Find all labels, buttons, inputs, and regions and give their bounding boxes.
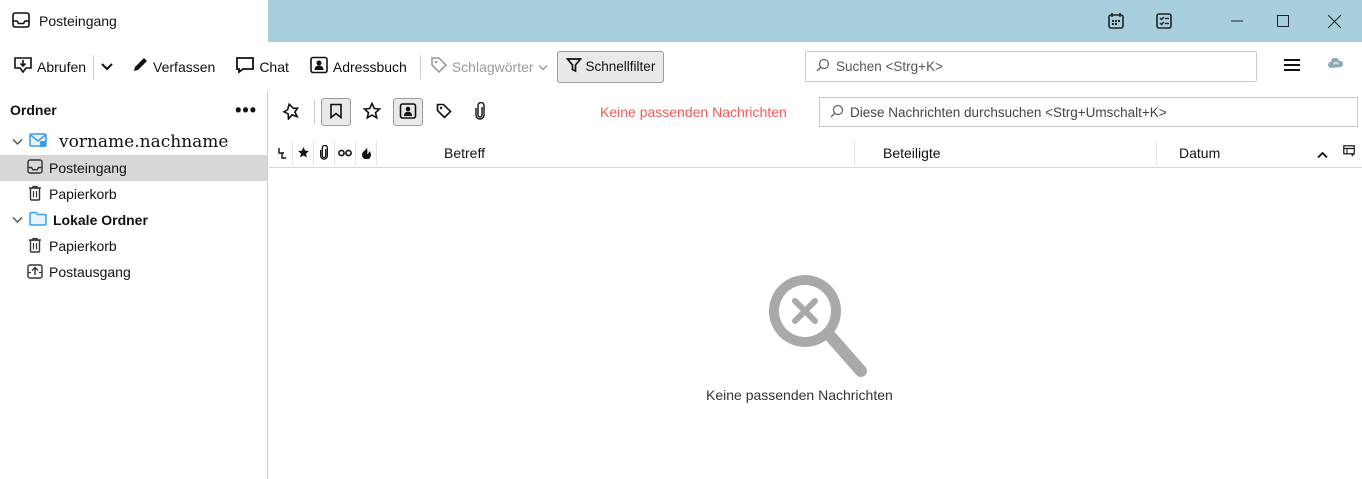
folder-item-trash[interactable]: Papierkorb — [0, 181, 267, 207]
toolbar-separator — [93, 54, 95, 79]
participants-column-header[interactable]: Beteiligte — [883, 145, 941, 161]
quick-filter-search-placeholder: Diese Nachrichten durchsuchen <Strg+Umsc… — [850, 104, 1167, 120]
starred-filter-button[interactable] — [357, 98, 387, 126]
trash-icon — [27, 185, 43, 204]
read-status-column-icon[interactable] — [335, 140, 356, 165]
hamburger-menu-icon — [1284, 58, 1300, 75]
address-book-label: Adressbuch — [332, 58, 407, 75]
get-messages-button[interactable]: Abrufen — [10, 51, 89, 83]
no-match-notice: Keine passenden Nachrichten — [600, 104, 787, 120]
tags-filter-button[interactable] — [429, 98, 459, 126]
more-options-icon[interactable]: ••• — [235, 101, 257, 119]
tags-button[interactable]: Schlagwörter — [427, 51, 551, 83]
get-messages-label: Abrufen — [37, 58, 87, 75]
column-picker-icon[interactable] — [1343, 144, 1355, 160]
quick-filter-search-input[interactable]: Diese Nachrichten durchsuchen <Strg+Umsc… — [819, 97, 1358, 127]
star-column-icon[interactable] — [293, 140, 314, 165]
address-book-button[interactable]: Adressbuch — [306, 51, 410, 83]
chevron-down-icon[interactable] — [11, 138, 23, 146]
column-divider — [854, 141, 855, 165]
bookmark-icon — [329, 103, 343, 122]
folder-item-outbox[interactable]: Postausgang — [0, 259, 267, 285]
app-menu-button[interactable] — [1278, 52, 1306, 80]
search-input[interactable]: Suchen <Strg+K> — [805, 51, 1257, 82]
folder-label: Papierkorb — [49, 238, 117, 254]
filter-separator — [314, 100, 315, 124]
quick-filter-label: Schnellfilter — [585, 59, 656, 74]
trash-icon — [27, 237, 43, 256]
calendar-icon[interactable] — [1092, 0, 1140, 42]
pin-icon — [282, 102, 300, 123]
write-label: Verfassen — [153, 58, 216, 75]
download-icon — [13, 56, 33, 77]
unread-filter-button[interactable] — [321, 98, 351, 126]
filter-icon — [565, 57, 582, 76]
search-icon — [816, 58, 830, 75]
main-toolbar: Abrufen Verfassen Chat Adressbuch Schlag… — [0, 42, 1362, 91]
sync-button[interactable] — [1322, 52, 1350, 80]
thread-column-header: Betreff Beteiligte Datum — [269, 138, 1362, 168]
junk-column-icon[interactable] — [356, 140, 377, 165]
folder-pane-header: Ordner ••• — [0, 91, 267, 129]
local-folders-row[interactable]: Lokale Ordner — [0, 207, 267, 233]
folder-item-local-trash[interactable]: Papierkorb — [0, 233, 267, 259]
attachment-filter-button[interactable] — [465, 98, 495, 126]
maximize-button[interactable] — [1260, 0, 1306, 42]
account-name: vorname.nachname — [59, 132, 229, 152]
address-book-icon — [309, 56, 329, 77]
outbox-icon — [27, 263, 43, 282]
chat-label: Chat — [259, 58, 289, 75]
subject-column-header[interactable]: Betreff — [444, 145, 485, 161]
empty-state-text: Keine passenden Nachrichten — [706, 387, 893, 403]
folder-label: Postausgang — [49, 264, 131, 280]
no-results-magnifier-icon — [757, 268, 883, 381]
toolbar-separator — [419, 54, 421, 79]
date-column-header[interactable]: Datum — [1179, 145, 1220, 161]
folder-item-inbox[interactable]: Posteingang — [0, 155, 267, 181]
tasks-icon[interactable] — [1140, 0, 1188, 42]
chevron-down-icon — [538, 59, 548, 75]
chat-button[interactable]: Chat — [232, 51, 292, 83]
folder-label: Papierkorb — [49, 186, 117, 202]
column-divider — [1156, 141, 1157, 165]
search-placeholder: Suchen <Strg+K> — [836, 59, 943, 74]
write-button[interactable]: Verfassen — [128, 51, 218, 83]
folder-pane-title: Ordner — [10, 102, 57, 118]
sticky-filter-button[interactable] — [276, 98, 306, 126]
search-icon — [830, 104, 844, 121]
folder-pane: Ordner ••• vorname.nachname Posteingang … — [0, 91, 268, 479]
get-messages-dropdown[interactable] — [98, 51, 116, 83]
address-book-icon — [399, 102, 417, 122]
inbox-icon — [12, 11, 30, 31]
tag-icon — [436, 103, 452, 122]
tab-inbox[interactable]: Posteingang — [0, 0, 268, 42]
local-folders-label: Lokale Ordner — [53, 212, 148, 228]
chevron-down-icon[interactable] — [11, 216, 23, 224]
tags-label: Schlagwörter — [451, 58, 534, 75]
close-button[interactable] — [1306, 0, 1362, 42]
tag-icon — [430, 56, 448, 77]
minimize-button[interactable] — [1214, 0, 1260, 42]
paperclip-icon — [474, 101, 486, 123]
titlebar-drag-area[interactable] — [268, 0, 1362, 42]
thread-column-icon[interactable] — [272, 140, 293, 165]
quick-filter-button[interactable]: Schnellfilter — [556, 50, 665, 83]
folder-label: Posteingang — [49, 160, 127, 176]
contact-filter-button[interactable] — [393, 98, 423, 126]
chat-icon — [235, 56, 255, 77]
tab-label: Posteingang — [39, 13, 117, 29]
title-bar: Posteingang — [0, 0, 1362, 42]
folder-icon — [29, 211, 47, 229]
mail-account-icon — [29, 133, 47, 151]
attachment-column-icon[interactable] — [314, 140, 335, 165]
account-row[interactable]: vorname.nachname — [0, 129, 267, 155]
inbox-icon — [27, 159, 43, 177]
star-icon — [362, 101, 382, 123]
chevron-down-icon — [101, 59, 113, 75]
sort-ascending-icon[interactable] — [1317, 146, 1328, 162]
pencil-icon — [131, 56, 149, 77]
quick-filter-bar: Keine passenden Nachrichten Diese Nachri… — [269, 91, 1362, 133]
sync-icon — [1328, 56, 1344, 75]
